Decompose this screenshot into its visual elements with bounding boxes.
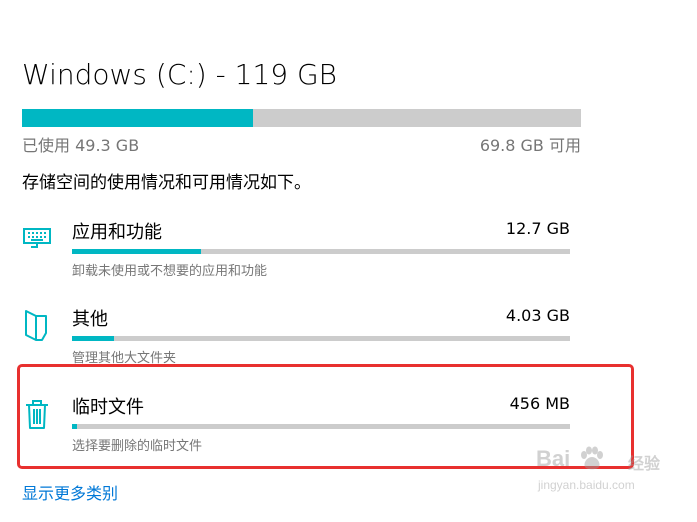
used-space-label: 已使用 49.3 GB	[22, 136, 140, 155]
category-size: 12.7 GB	[505, 219, 570, 238]
watermark-brand: Bai	[536, 446, 571, 471]
watermark-sub: 经验	[628, 454, 661, 473]
keyboard-icon	[22, 220, 52, 256]
baidu-jingyan-watermark: Bai 经验 jingyan.baidu.com	[530, 440, 680, 510]
free-space-label: 69.8 GB 可用	[479, 136, 581, 155]
category-usage-bar	[72, 336, 570, 341]
paw-icon	[578, 446, 604, 472]
drive-title: Windows (C:) - 119 GB	[22, 58, 337, 91]
category-usage-fill	[72, 424, 77, 429]
category-usage-fill	[72, 336, 115, 341]
category-size: 4.03 GB	[505, 306, 570, 325]
category-description: 卸载未使用或不想要的应用和功能	[72, 264, 268, 279]
category-name: 临时文件	[72, 397, 144, 418]
watermark-url: jingyan.baidu.com	[538, 478, 635, 492]
category-name: 其他	[72, 309, 108, 330]
trash-icon	[22, 395, 52, 431]
show-more-categories-link[interactable]: 显示更多类别	[22, 480, 118, 504]
category-name: 应用和功能	[72, 222, 162, 243]
category-usage-fill	[72, 249, 202, 254]
category-size: 456 MB	[509, 394, 570, 413]
category-other[interactable]: 其他 4.03 GB 管理其他大文件夹	[0, 305, 697, 375]
category-usage-bar	[72, 424, 570, 429]
drive-usage-bar	[22, 109, 581, 127]
category-description: 选择要删除的临时文件	[72, 439, 203, 454]
storage-summary-text: 存储空间的使用情况和可用情况如下。	[22, 173, 311, 193]
category-usage-bar	[72, 249, 570, 254]
category-description: 管理其他大文件夹	[72, 351, 177, 366]
folder-page-icon	[22, 307, 52, 343]
drive-usage-fill	[22, 109, 254, 127]
category-apps-features[interactable]: 应用和功能 12.7 GB 卸载未使用或不想要的应用和功能	[0, 218, 697, 288]
